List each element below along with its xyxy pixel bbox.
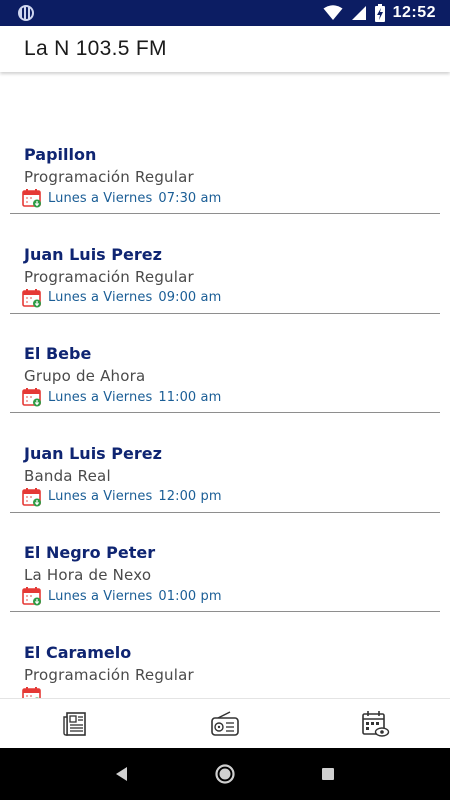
news-icon <box>63 711 86 736</box>
program-name: Banda Real <box>24 466 111 485</box>
calendar-icon <box>22 288 41 307</box>
item-divider <box>10 213 440 214</box>
host-name: Papillon <box>24 145 97 164</box>
nav-radio-button[interactable] <box>195 701 255 747</box>
radio-icon <box>211 710 239 736</box>
schedule-item[interactable]: El Bebe Grupo de Ahora Lunes a Viernes 1… <box>0 343 450 443</box>
back-button[interactable] <box>102 754 142 794</box>
schedule-days: Lunes a Viernes <box>48 389 153 405</box>
item-divider <box>10 611 440 612</box>
schedule-item[interactable]: Papillon Programación Regular Lunes a Vi… <box>0 144 450 244</box>
back-icon <box>115 767 127 781</box>
calendar-icon <box>22 487 41 506</box>
schedule-row: Lunes a Viernes 09:00 am <box>22 288 221 308</box>
schedule-time: 07:30 am <box>158 190 222 206</box>
schedule-calendar-icon <box>362 710 390 737</box>
recents-button[interactable] <box>308 754 348 794</box>
host-name: El Bebe <box>24 344 92 363</box>
schedule-row: Lunes a Viernes 01:00 pm <box>22 586 222 606</box>
schedule-days: Lunes a Viernes <box>48 489 153 504</box>
status-time: 12:52 <box>392 4 436 21</box>
item-divider <box>10 312 440 314</box>
program-name: Programación Regular <box>24 267 194 286</box>
schedule-list[interactable]: Papillon Programación Regular Lunes a Vi… <box>0 72 450 698</box>
host-name: Juan Luis Perez <box>24 244 162 264</box>
host-name: Juan Luis Perez <box>24 443 162 463</box>
host-name: El Caramelo <box>24 642 132 662</box>
schedule-item[interactable]: El Negro Peter La Hora de Nexo Lunes a V… <box>0 542 450 642</box>
battery-icon <box>374 4 385 22</box>
schedule-days: Lunes a Viernes <box>48 290 153 305</box>
schedule-time: 01:00 pm <box>158 588 222 604</box>
schedule-item[interactable]: Juan Luis Perez Banda Real Lunes a Viern… <box>0 443 450 543</box>
schedule-days: Lunes a Viernes <box>48 190 153 206</box>
schedule-days: Lunes a Viernes <box>48 588 153 604</box>
item-divider <box>10 511 440 513</box>
program-name: Programación Regular <box>24 665 194 684</box>
nav-schedule-button[interactable] <box>345 701 405 747</box>
calendar-icon <box>22 686 41 698</box>
schedule-time: 12:00 pm <box>158 489 222 504</box>
schedule-items: Papillon Programación Regular Lunes a Vi… <box>0 144 450 698</box>
item-divider <box>10 412 440 413</box>
home-button[interactable] <box>205 754 245 794</box>
bottom-nav <box>0 698 450 748</box>
schedule-time: 09:00 am <box>158 290 222 305</box>
wifi-icon <box>323 5 343 20</box>
schedule-row: Lunes a Viernes 12:00 pm <box>22 487 222 507</box>
schedule-item[interactable]: El Caramelo Programación Regular <box>0 642 450 698</box>
status-bar: 12:52 <box>0 0 450 26</box>
schedule-time: 11:00 am <box>158 389 222 405</box>
app-title: La N 103.5 FM <box>24 37 167 60</box>
calendar-icon <box>22 587 41 606</box>
calendar-icon <box>22 189 41 208</box>
home-icon <box>215 764 235 784</box>
app-bar: La N 103.5 FM <box>0 26 450 72</box>
program-name: Grupo de Ahora <box>24 367 146 385</box>
schedule-item[interactable]: Juan Luis Perez Programación Regular Lun… <box>0 244 450 344</box>
recents-icon <box>322 768 335 780</box>
schedule-row: Lunes a Viernes 11:00 am <box>22 387 221 407</box>
program-name: Programación Regular <box>24 168 194 186</box>
schedule-row: Lunes a Viernes 07:30 am <box>22 188 221 208</box>
calendar-icon <box>22 388 41 407</box>
schedule-row <box>22 686 54 698</box>
host-name: El Negro Peter <box>24 543 156 562</box>
program-name: La Hora de Nexo <box>24 566 152 584</box>
notification-icon <box>18 5 34 21</box>
system-navigation-bar <box>0 748 450 800</box>
signal-icon <box>351 6 366 20</box>
nav-news-button[interactable] <box>45 701 105 747</box>
